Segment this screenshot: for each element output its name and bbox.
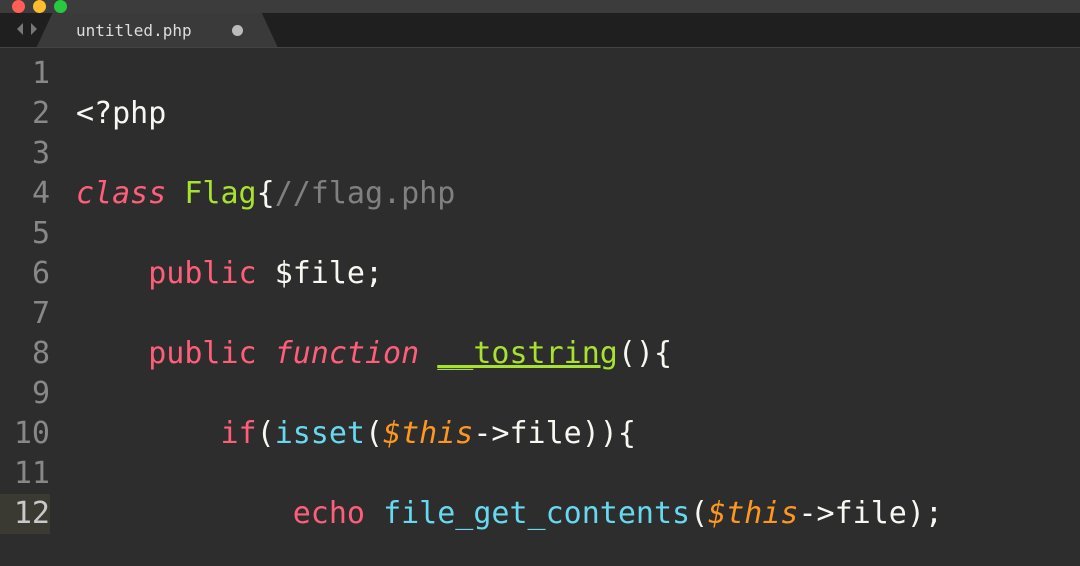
tab-filename: untitled.php (76, 21, 192, 40)
line-number: 12 (0, 494, 50, 534)
code-line[interactable]: echo file_get_contents($this->file); (76, 494, 1080, 534)
line-number: 7 (0, 294, 50, 334)
dirty-indicator-icon (232, 25, 243, 36)
tabbar: untitled.php (0, 13, 1080, 48)
line-number: 10 (0, 414, 50, 454)
line-number: 9 (0, 374, 50, 414)
line-number: 2 (0, 94, 50, 134)
code-line[interactable]: <?php (76, 94, 1080, 134)
code-area[interactable]: <?php class Flag{//flag.php public $file… (64, 48, 1080, 566)
line-number: 5 (0, 214, 50, 254)
nav-back-icon[interactable] (14, 21, 26, 40)
tab-untitled-php[interactable]: untitled.php (54, 13, 261, 47)
line-number: 6 (0, 254, 50, 294)
line-number: 1 (0, 54, 50, 94)
minimize-icon[interactable] (33, 0, 46, 13)
code-line[interactable]: public function __tostring(){ (76, 334, 1080, 374)
line-number: 4 (0, 174, 50, 214)
line-number: 11 (0, 454, 50, 494)
close-icon[interactable] (12, 0, 25, 13)
code-line[interactable]: public $file; (76, 254, 1080, 294)
titlebar (0, 0, 1080, 13)
line-number: 8 (0, 334, 50, 374)
code-editor[interactable]: 1 2 3 4 5 6 7 8 9 10 11 12 <?php class F… (0, 48, 1080, 566)
line-number-gutter: 1 2 3 4 5 6 7 8 9 10 11 12 (0, 48, 64, 566)
maximize-icon[interactable] (54, 0, 67, 13)
editor-window: untitled.php 1 2 3 4 5 6 7 8 9 10 11 12 … (0, 0, 1080, 566)
code-line[interactable]: class Flag{//flag.php (76, 174, 1080, 214)
code-line[interactable]: if(isset($this->file)){ (76, 414, 1080, 454)
line-number: 3 (0, 134, 50, 174)
